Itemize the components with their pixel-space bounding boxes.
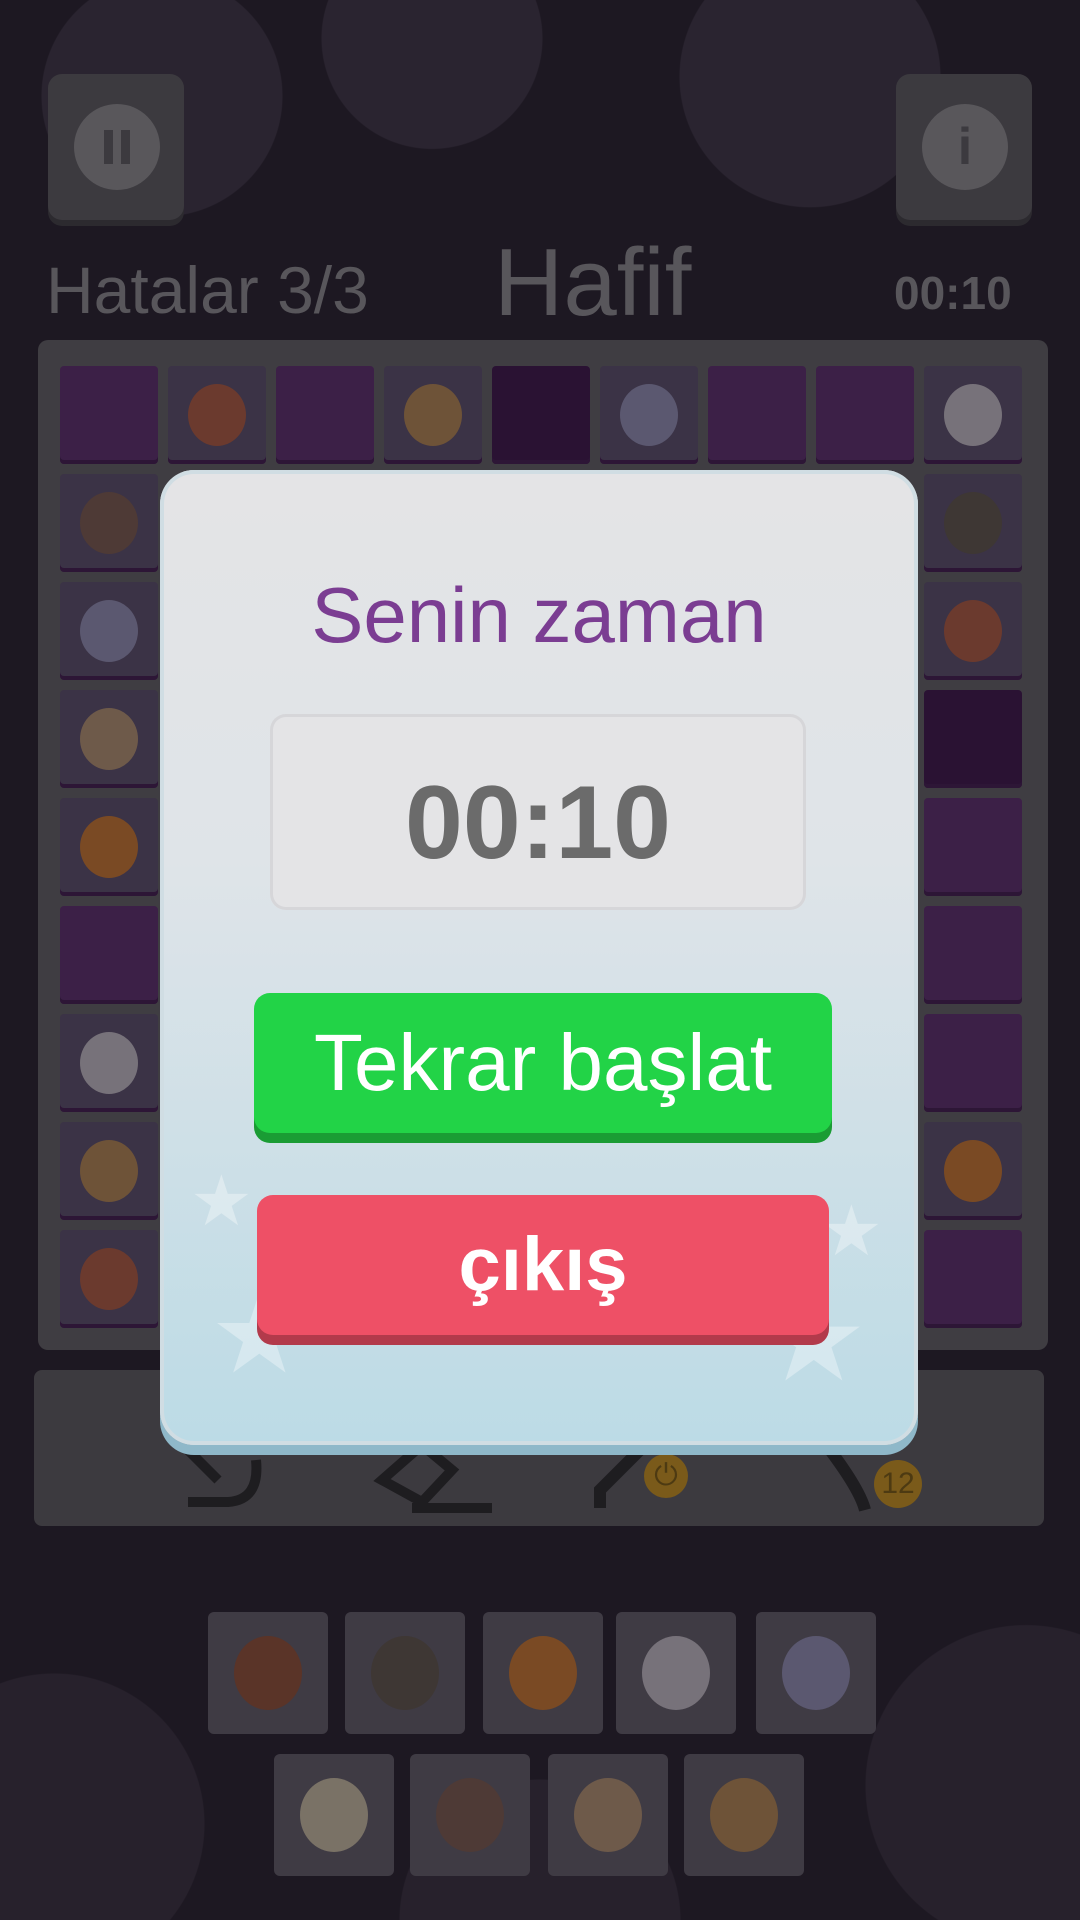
info-button[interactable]: i bbox=[896, 74, 1032, 220]
board-cell[interactable] bbox=[60, 906, 158, 1004]
pencil-toggle-badge: ⏻ bbox=[644, 1454, 688, 1498]
star-decoration: ★ bbox=[820, 1192, 883, 1270]
board-cell[interactable] bbox=[924, 1122, 1022, 1220]
board-cell[interactable] bbox=[168, 366, 266, 464]
tray-tile[interactable] bbox=[410, 1754, 530, 1876]
hint-count-badge: 12 bbox=[874, 1460, 922, 1508]
board-cell[interactable] bbox=[924, 690, 1022, 788]
star-decoration: ★ bbox=[190, 1162, 253, 1240]
board-cell[interactable] bbox=[492, 366, 590, 464]
final-time: 00:10 bbox=[405, 765, 671, 881]
board-cell[interactable] bbox=[924, 1014, 1022, 1112]
board-cell[interactable] bbox=[276, 366, 374, 464]
board-cell[interactable] bbox=[60, 582, 158, 680]
board-cell[interactable] bbox=[60, 690, 158, 788]
board-cell[interactable] bbox=[60, 366, 158, 464]
board-cell[interactable] bbox=[60, 474, 158, 572]
pause-icon bbox=[74, 104, 160, 190]
board-cell[interactable] bbox=[924, 366, 1022, 464]
board-cell[interactable] bbox=[60, 1122, 158, 1220]
results-dialog: ★ ★ ★ ★ Senin zaman 00:10 Tekrar başlat … bbox=[160, 470, 918, 1445]
exit-button[interactable]: çıkış bbox=[257, 1195, 829, 1335]
tray-tile[interactable] bbox=[548, 1754, 668, 1876]
board-cell[interactable] bbox=[816, 366, 914, 464]
mistakes-counter: Hatalar 3/3 bbox=[46, 253, 369, 327]
board-cell[interactable] bbox=[60, 798, 158, 896]
game-timer: 00:10 bbox=[894, 267, 1012, 319]
board-cell[interactable] bbox=[924, 906, 1022, 1004]
board-cell[interactable] bbox=[384, 366, 482, 464]
tray-tile[interactable] bbox=[616, 1612, 736, 1734]
board-cell[interactable] bbox=[924, 582, 1022, 680]
final-time-box: 00:10 bbox=[270, 714, 806, 910]
board-cell[interactable] bbox=[924, 798, 1022, 896]
dialog-title: Senin zaman bbox=[311, 571, 767, 659]
board-cell[interactable] bbox=[924, 474, 1022, 572]
restart-button[interactable]: Tekrar başlat bbox=[254, 993, 832, 1133]
undo-icon[interactable] bbox=[168, 1430, 278, 1536]
board-cell[interactable] bbox=[708, 366, 806, 464]
difficulty-label: Hafif bbox=[494, 229, 692, 336]
board-cell[interactable] bbox=[600, 366, 698, 464]
tray-tile[interactable] bbox=[684, 1754, 804, 1876]
tray-tile[interactable] bbox=[208, 1612, 328, 1734]
tray-tile[interactable] bbox=[345, 1612, 465, 1734]
info-icon: i bbox=[922, 104, 1008, 190]
tray-tile[interactable] bbox=[756, 1612, 876, 1734]
tray-tile[interactable] bbox=[483, 1612, 603, 1734]
board-cell[interactable] bbox=[60, 1014, 158, 1112]
pause-button[interactable] bbox=[48, 74, 184, 220]
tray-tile[interactable] bbox=[274, 1754, 394, 1876]
eraser-icon[interactable] bbox=[372, 1430, 502, 1536]
board-cell[interactable] bbox=[60, 1230, 158, 1328]
board-cell[interactable] bbox=[924, 1230, 1022, 1328]
